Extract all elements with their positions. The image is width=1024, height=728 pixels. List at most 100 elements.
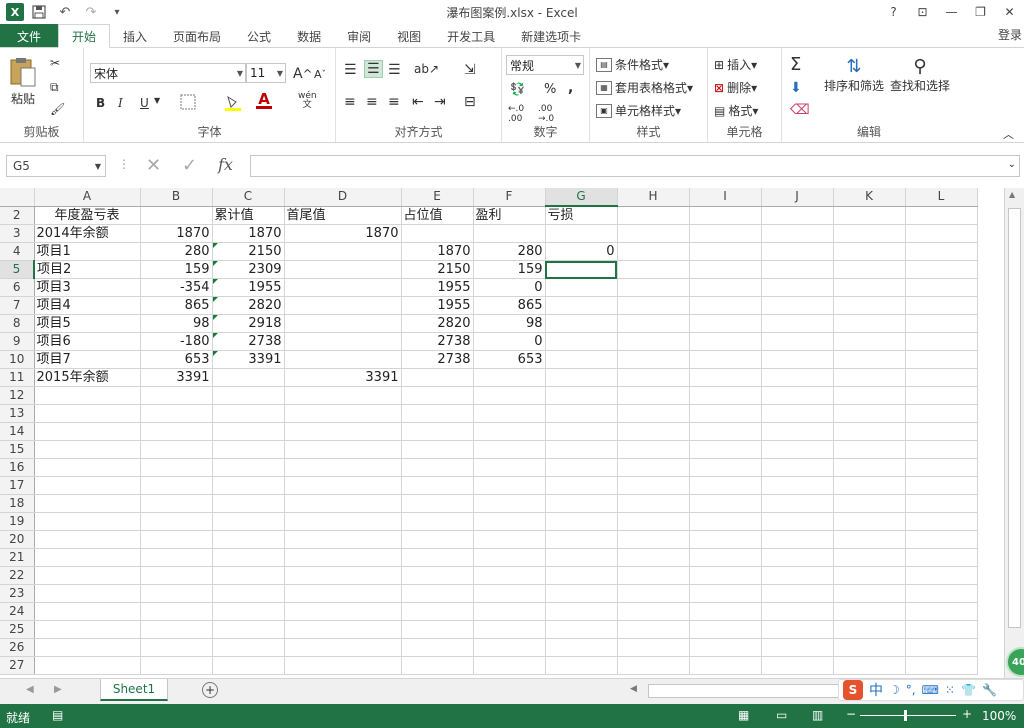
cell-j22[interactable] [761,566,834,585]
cell-e26[interactable] [401,638,474,657]
cell-j23[interactable] [761,584,834,603]
cell-c11[interactable] [212,368,285,387]
cell-l18[interactable] [905,494,978,513]
cell-k16[interactable] [833,458,906,477]
collapse-ribbon-icon[interactable]: ︿ [1003,126,1014,142]
align-top-icon[interactable]: ☰ [344,62,357,78]
worksheet-table[interactable]: A B C D E F G H I J K L 2 年度盈亏表 累计值 首尾值 占位值 盈利 亏损 3 2014年余额 1… [0,188,978,675]
cell-h9[interactable] [617,332,690,351]
cell-d24[interactable] [284,602,402,621]
cell-f23[interactable] [473,584,546,603]
row-header[interactable]: 16 [0,458,35,477]
cell-d23[interactable] [284,584,402,603]
cell-c17[interactable] [212,476,285,495]
tab-home[interactable]: 开始 [58,24,111,48]
cell-e18[interactable] [401,494,474,513]
column-header-c[interactable]: C [212,188,285,207]
cell-g17[interactable] [545,476,618,495]
row-header[interactable]: 22 [0,566,35,585]
align-left-icon[interactable]: ≡ [344,94,356,110]
cell-d17[interactable] [284,476,402,495]
cell-h19[interactable] [617,512,690,531]
cell-f22[interactable] [473,566,546,585]
cell-b25[interactable] [140,620,213,639]
cell-a25[interactable] [34,620,141,639]
column-header-k[interactable]: K [833,188,906,207]
column-header-h[interactable]: H [617,188,690,207]
row-header[interactable]: 5 [0,260,35,279]
fill-color-icon[interactable] [224,94,242,112]
cell-i8[interactable] [689,314,762,333]
column-header-b[interactable]: B [140,188,213,207]
cell-c15[interactable] [212,440,285,459]
cell-a19[interactable] [34,512,141,531]
cell-a27[interactable] [34,656,141,675]
cell-i11[interactable] [689,368,762,387]
cell-h15[interactable] [617,440,690,459]
cell-j20[interactable] [761,530,834,549]
cell-i23[interactable] [689,584,762,603]
cell-i14[interactable] [689,422,762,441]
cell-i5[interactable] [689,260,762,279]
undo-icon[interactable]: ↶ [54,2,76,22]
delete-cells-button[interactable]: ⊠ 删除 ▾ [714,79,757,96]
row-header[interactable]: 13 [0,404,35,423]
row-header[interactable]: 8 [0,314,35,333]
cell-b20[interactable] [140,530,213,549]
new-sheet-icon[interactable]: + [202,682,218,698]
cell-d14[interactable] [284,422,402,441]
customize-qat-icon[interactable]: ▾ [106,2,128,22]
cell-a6[interactable]: 项目3 [34,278,141,297]
tab-formulas[interactable]: 公式 [234,24,284,48]
accounting-format-icon[interactable]: 💱 [510,82,525,96]
cell-k12[interactable] [833,386,906,405]
cell-e16[interactable] [401,458,474,477]
cell-c16[interactable] [212,458,285,477]
row-header[interactable]: 11 [0,368,35,387]
cell-e17[interactable] [401,476,474,495]
cell-b10[interactable]: 653 [140,350,213,369]
cell-g12[interactable] [545,386,618,405]
ime-mode-label[interactable]: 中 [869,680,883,700]
cell-g2[interactable]: 亏损 [545,206,618,225]
cell-l17[interactable] [905,476,978,495]
cell-i24[interactable] [689,602,762,621]
chevron-down-icon[interactable]: ▼ [154,96,160,105]
cell-d3[interactable]: 1870 [284,224,402,243]
shrink-font-button[interactable]: Aˇ [314,68,326,81]
cell-g4[interactable]: 0 [545,242,618,261]
close-icon[interactable]: ✕ [995,0,1024,24]
align-right-icon[interactable]: ≡ [388,94,400,110]
conditional-formatting-button[interactable]: ▤ 条件格式 ▾ [596,56,669,73]
sort-filter-button[interactable]: ⇅ 排序和筛选 [824,56,884,94]
cell-l27[interactable] [905,656,978,675]
cell-e12[interactable] [401,386,474,405]
cell-e15[interactable] [401,440,474,459]
cell-d9[interactable] [284,332,402,351]
cell-h18[interactable] [617,494,690,513]
cell-l21[interactable] [905,548,978,567]
cell-h5[interactable] [617,260,690,279]
cell-g23[interactable] [545,584,618,603]
cell-h14[interactable] [617,422,690,441]
cell-k5[interactable] [833,260,906,279]
cell-i21[interactable] [689,548,762,567]
cell-f19[interactable] [473,512,546,531]
cell-e6[interactable]: 1955 [401,278,474,297]
cell-c8[interactable]: 2918 [212,314,285,333]
cell-d20[interactable] [284,530,402,549]
cell-b4[interactable]: 280 [140,242,213,261]
row-header[interactable]: 18 [0,494,35,513]
prev-sheet-icon[interactable]: ◀ [26,684,34,695]
cell-i26[interactable] [689,638,762,657]
paste-button[interactable]: 粘贴 [8,56,38,107]
vertical-scrollbar[interactable]: ▲ [1004,188,1024,678]
decrease-decimal-icon[interactable]: .00 →.0 [538,104,554,124]
row-header[interactable]: 2 [0,206,35,225]
cell-b21[interactable] [140,548,213,567]
cell-d4[interactable] [284,242,402,261]
cell-j11[interactable] [761,368,834,387]
merge-center-icon[interactable]: ⊟ [464,94,476,110]
cell-j26[interactable] [761,638,834,657]
cell-h20[interactable] [617,530,690,549]
